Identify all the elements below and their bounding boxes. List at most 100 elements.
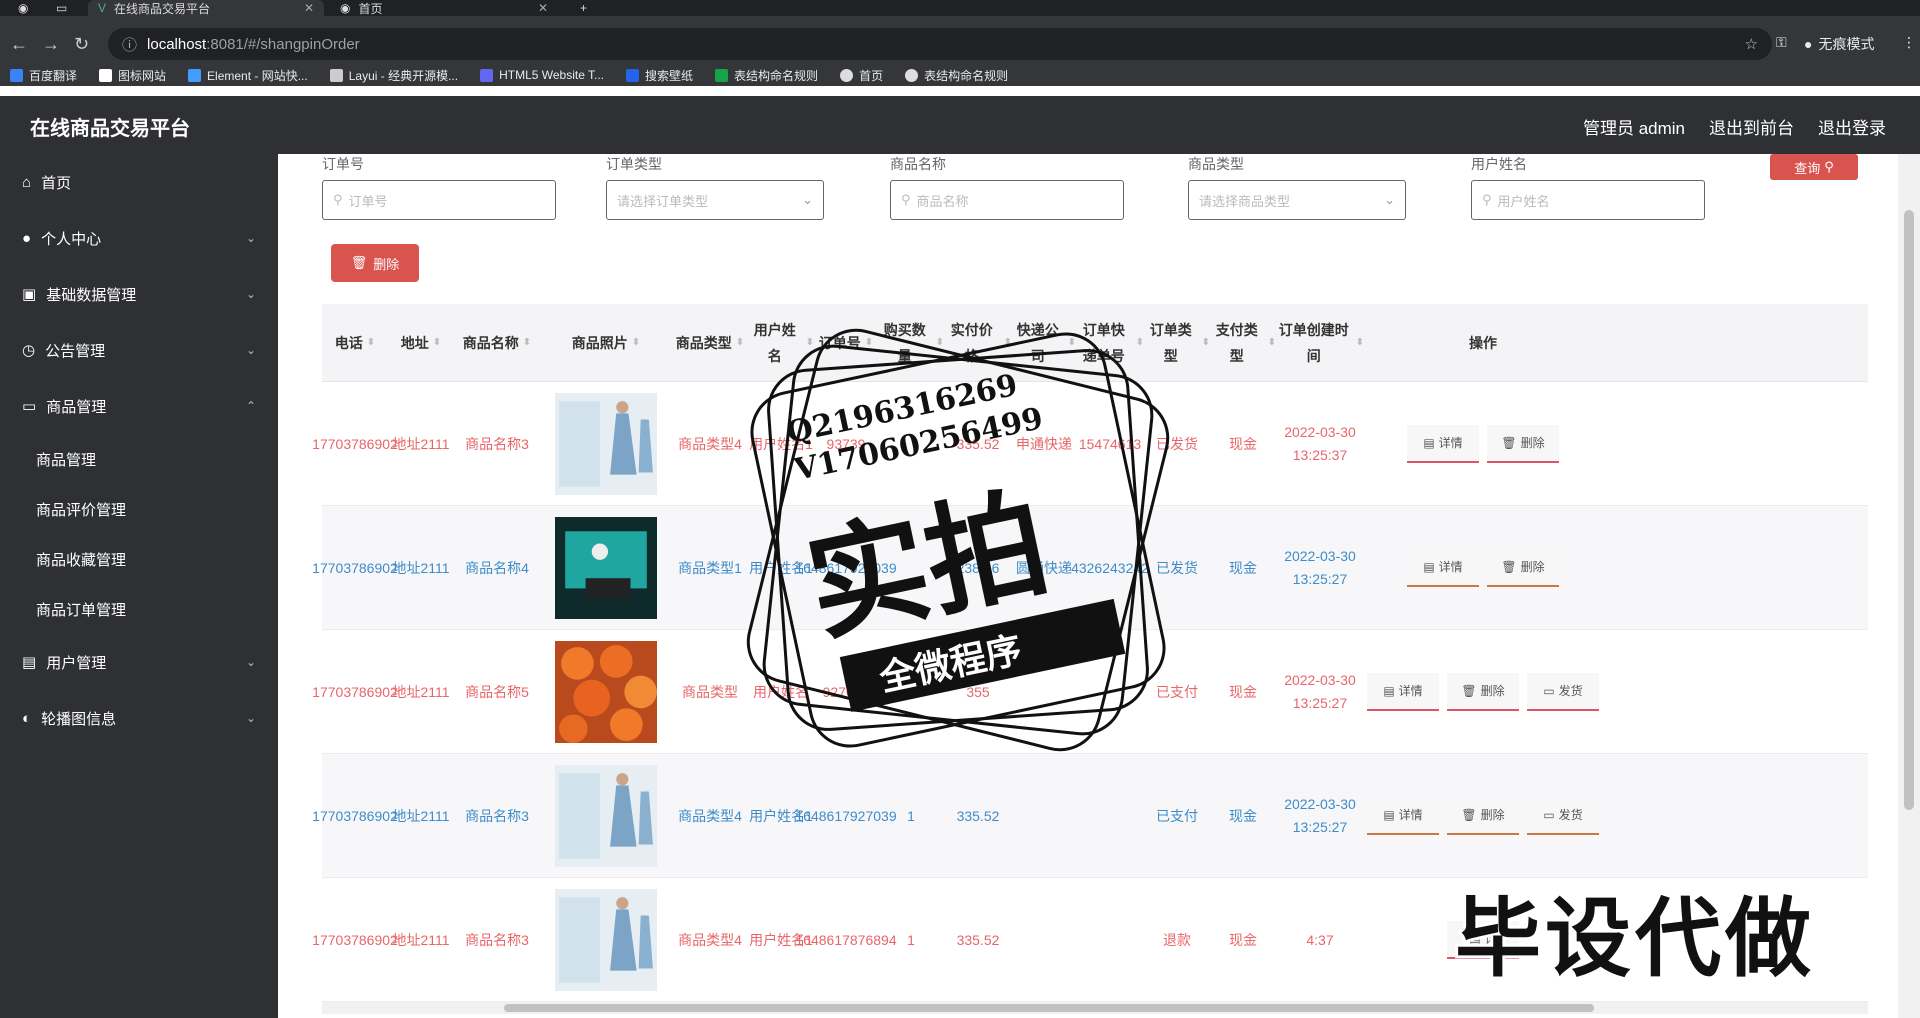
bookmark[interactable]: 表结构命名规则 [905,67,1008,84]
sidebar-item-carousel[interactable]: ◐ 轮播图信息 ⌄ [0,690,278,746]
detail-button[interactable]: ▤ 详情 [1367,797,1439,835]
column-header[interactable]: 电话 ⬍ [322,304,388,382]
sidebar-item-home[interactable]: ⌂ 首页 [0,154,278,210]
sort-icon[interactable]: ⬍ [1202,330,1210,356]
bookmark[interactable]: Element - 网站快... [188,67,308,84]
sidebar-subitem-product-manage[interactable]: 商品管理 [0,434,278,484]
bookmark-label: 表结构命名规则 [734,68,819,83]
incognito-badge[interactable]: ● 无痕模式 [1804,34,1874,54]
cell-addr: 地址2111 [392,931,450,948]
user-name-input[interactable]: ⚲ 用户姓名 [1471,180,1705,220]
order-type-select[interactable]: 请选择订单类型 ⌄ [606,180,824,220]
column-header[interactable]: 订单创建时间 ⬍ [1276,304,1364,382]
star-icon[interactable]: ☆ [1745,35,1758,53]
delete-label: 删除 [373,256,400,272]
sidebar-item-notices[interactable]: ◷ 公告管理 ⌄ [0,322,278,378]
new-tab-button[interactable]: + [570,0,600,16]
ship-button[interactable]: ▭ 发货 [1527,797,1599,835]
bookmark[interactable]: 首页 [840,67,883,84]
sort-icon[interactable]: ⬍ [1356,330,1364,356]
filter-label: 用户姓名 [1471,156,1527,172]
reload-icon[interactable]: ↻ [74,34,89,55]
bookmark[interactable]: 图标网站 [99,67,166,84]
column-header[interactable]: 地址 ⬍ [388,304,454,382]
key-icon[interactable]: ⚿ [1776,34,1787,51]
column-header[interactable]: 商品名称 ⬍ [454,304,540,382]
sidebar-item-basic-data[interactable]: ▣ 基础数据管理 ⌄ [0,266,278,322]
sort-icon[interactable]: ⬍ [632,330,640,356]
sort-icon[interactable]: ⬍ [523,330,531,356]
sidebar-item-label: 轮播图信息 [41,710,117,728]
bookmark[interactable]: 搜索壁纸 [626,67,693,84]
detail-button[interactable]: ▤ 详情 [1407,425,1479,463]
trash-icon: 🗑 [1501,559,1517,574]
sort-icon[interactable]: ⬍ [1268,330,1276,356]
chevron-down-icon: ⌄ [245,287,256,301]
product-name-input[interactable]: ⚲ 商品名称 [890,180,1124,220]
sidebar-subitem-product-favorites[interactable]: 商品收藏管理 [0,534,278,584]
sidebar-item-users[interactable]: ▤ 用户管理 ⌄ [0,634,278,690]
cell-phone: 17703786902 [312,683,398,700]
browser-tab[interactable]: ◉ [8,0,38,16]
ship-button[interactable]: ▭ 发货 [1527,673,1599,711]
app-title: 在线商品交易平台 [30,118,190,140]
admin-user-link[interactable]: 管理员 admin [1583,114,1685,139]
detail-button[interactable]: ▤ 详情 [1407,549,1479,587]
query-button[interactable]: 查询 ⚲ [1770,154,1858,180]
forward-icon[interactable]: → [42,34,60,55]
back-icon[interactable]: ← [10,34,28,55]
url-bar[interactable]: ⓘ localhost:8081/#/shangpinOrder ☆ [108,28,1772,60]
sort-icon[interactable]: ⬍ [367,330,375,356]
sidebar-item-products[interactable]: ▭ 商品管理 ⌃ [0,378,278,434]
action-label: 删除 [1520,435,1545,450]
delete-button[interactable]: 🗑 删除 [1447,797,1519,835]
cell-pay: 现金 [1229,559,1257,576]
users-icon: ▤ [22,654,37,671]
horizontal-scrollbar[interactable] [322,1002,1868,1014]
vertical-scrollbar[interactable] [1898,154,1920,1018]
bookmark[interactable]: 百度翻译 [10,67,77,84]
bookmark[interactable]: 表结构命名规则 [715,67,818,84]
column-header-label: 电话 [334,335,363,351]
column-header[interactable]: 操作 [1364,304,1602,382]
column-header[interactable]: 支付类型 ⬍ [1210,304,1276,382]
cell-addr: 地址2111 [392,683,450,700]
detail-button[interactable]: ▤ 详情 [1367,673,1439,711]
watermark-stamp: Q2196316269 V17060256499 实拍 全微程序 [746,328,1170,752]
menu-icon[interactable]: ⋮ [1902,34,1916,51]
scroll-thumb[interactable] [504,1004,1594,1012]
window-icon: ▭ [56,1,68,15]
cell-img [540,754,672,878]
search-icon: ⚲ [901,192,911,207]
cell-actions: ▤ 详情 🗑 删除 ▭ 发货 [1364,630,1602,754]
placeholder: 用户姓名 [1497,193,1550,209]
search-icon: ⚲ [333,192,343,207]
chevron-down-icon: ⌄ [245,231,256,245]
cell-time: 2022-03-30 13:25:27 [1284,548,1356,587]
scroll-thumb[interactable] [1904,210,1914,810]
browser-tab[interactable]: ▭ [46,0,86,16]
browser-tab[interactable]: ◉ 首页 ✕ [330,0,558,16]
back-to-frontend-link[interactable]: 退出到前台 [1709,114,1794,139]
bookmark[interactable]: HTML5 Website T... [480,68,604,82]
sort-icon[interactable]: ⬍ [433,330,441,356]
product-type-select[interactable]: 请选择商品类型 ⌄ [1188,180,1406,220]
column-header[interactable]: 商品照片 ⬍ [540,304,672,382]
delete-button[interactable]: 🗑 删除 [1487,425,1559,463]
order-number-input[interactable]: ⚲ 订单号 [322,180,556,220]
browser-tab-active[interactable]: V 在线商品交易平台 ✕ [88,0,324,16]
logout-link[interactable]: 退出登录 [1818,114,1886,139]
close-icon[interactable]: ✕ [304,1,314,15]
delete-button[interactable]: 🗑 删除 [1447,673,1519,711]
sidebar-subitem-product-reviews[interactable]: 商品评价管理 [0,484,278,534]
action-label: 详情 [1398,807,1423,822]
delete-button[interactable]: 🗑 删除 [1487,549,1559,587]
close-icon[interactable]: ✕ [538,1,548,15]
sidebar-subitem-product-orders[interactable]: 商品订单管理 [0,584,278,634]
cell-img [540,382,672,506]
cell-qty: 1 [907,931,915,948]
bookmark[interactable]: Layui - 经典开源模... [329,67,458,84]
vue-logo-icon: V [98,1,107,15]
batch-delete-button[interactable]: 🗑 删除 [331,244,419,282]
sidebar-item-profile[interactable]: ● 个人中心 ⌄ [0,210,278,266]
